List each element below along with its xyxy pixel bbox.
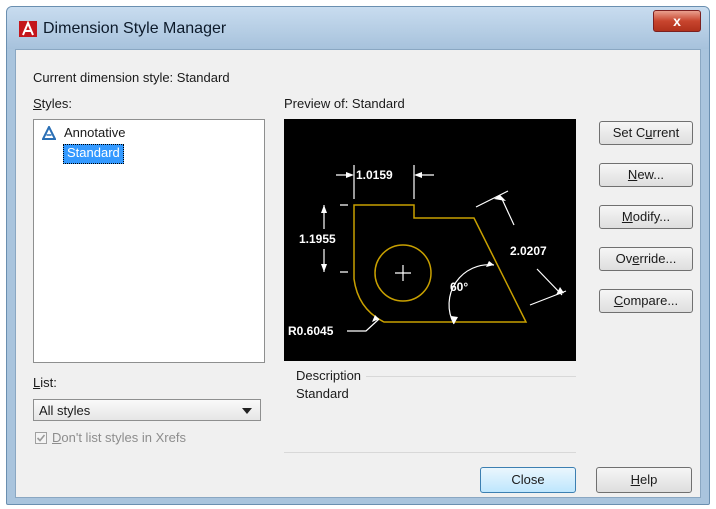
list-item-standard[interactable]: Standard [63,144,124,164]
help-button[interactable]: Help [596,467,692,493]
dialog-client-area: Current dimension style: Standard Styles… [15,49,701,498]
window-title: Dimension Style Manager [43,20,227,37]
autocad-app-icon [19,21,37,37]
preview-geometry [353,204,528,323]
dim-radius: R0.6045 [288,324,334,338]
dim-left: 1.1955 [299,232,336,246]
title-bar[interactable]: Dimension Style Manager x [7,7,709,49]
styles-listbox[interactable]: Annotative Standard [33,119,265,363]
description-value: Standard [296,386,349,401]
list-filter-dropdown[interactable]: All styles [33,399,261,421]
chevron-down-icon [242,408,252,414]
modify-button[interactable]: Modify... [599,205,693,229]
set-current-button[interactable]: Set Current [599,121,693,145]
list-label: List: [33,375,57,390]
override-button[interactable]: Override... [599,247,693,271]
annotative-icon [42,126,56,140]
dialog-window: Dimension Style Manager x Current dimens… [6,6,710,505]
current-style-value: Standard [176,70,230,85]
xrefs-checkbox-label: Don't list styles in Xrefs [52,430,186,445]
window-close-button[interactable]: x [653,10,701,32]
xrefs-checkbox[interactable] [35,432,47,444]
preview-dim-text: 1.0159 1.1955 2.0207 60° R0.6045 [288,168,547,338]
preview-label: Preview of: Standard [284,96,405,111]
dim-top: 1.0159 [356,168,393,182]
dim-diagonal: 2.0207 [510,244,547,258]
list-filter-value: All styles [39,403,91,418]
dim-angle: 60° [450,280,468,294]
checkmark-icon [36,434,46,442]
styles-label: Styles: [33,96,73,111]
bottom-separator [284,452,576,453]
list-item-label: Standard [67,145,120,160]
current-style-text: Current dimension style: Standard [33,70,230,85]
description-label: Description [296,368,362,383]
compare-button[interactable]: Compare... [599,289,693,313]
new-button[interactable]: New... [599,163,693,187]
list-item-label: Annotative [64,125,126,140]
close-button[interactable]: Close [480,467,576,493]
preview-canvas: 1.0159 1.1955 2.0207 60° R0.6045 [284,119,576,361]
current-style-label: Current dimension style: [33,70,174,85]
close-icon: x [673,13,681,29]
description-separator [366,376,576,377]
